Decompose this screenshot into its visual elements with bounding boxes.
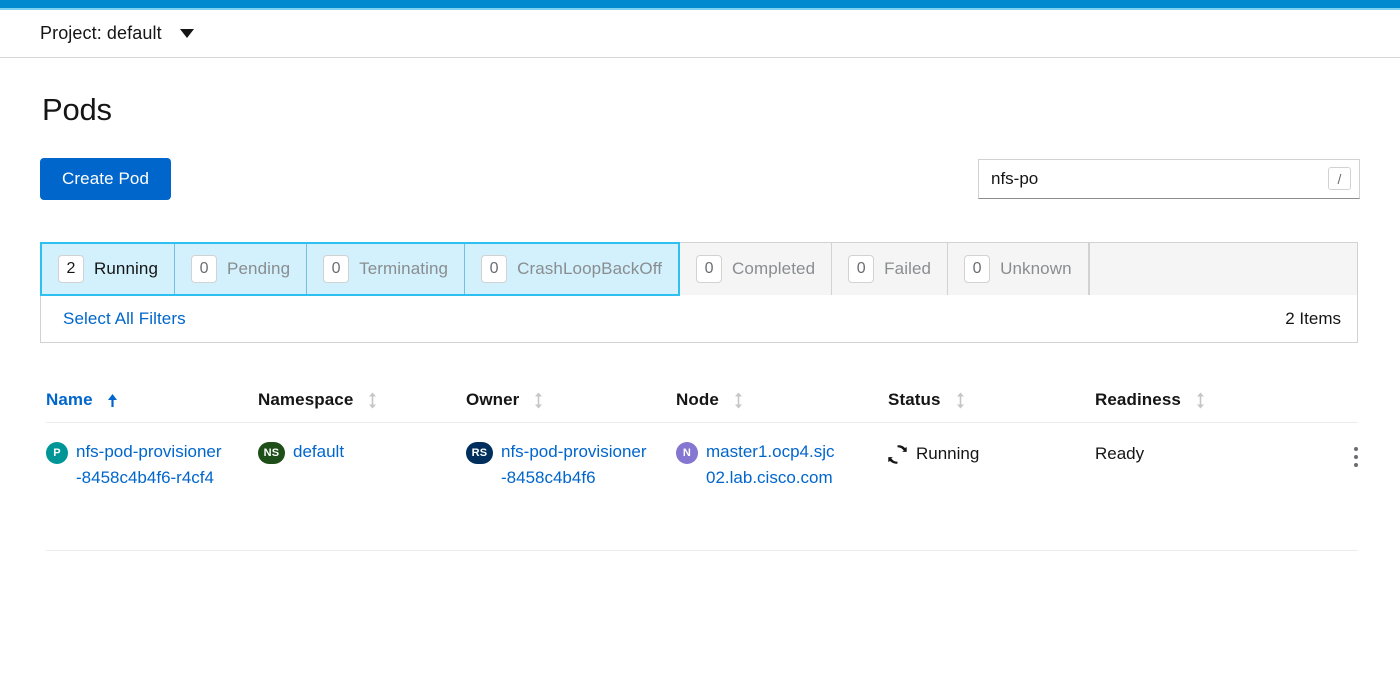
- sync-icon: [888, 445, 907, 464]
- filter-chip-terminating[interactable]: 0 Terminating: [307, 244, 465, 294]
- column-header-label: Readiness: [1095, 390, 1181, 410]
- namespace-link[interactable]: NS default: [258, 439, 466, 465]
- page-content: Pods Create Pod / 2 Running 0 Pending 0 Termi…: [0, 92, 1400, 551]
- search-input[interactable]: [978, 159, 1360, 199]
- table-header-row: Name Namespace Owner Node Status Readiness: [46, 383, 1358, 423]
- filter-chip-count: 0: [191, 255, 217, 283]
- sort-ascending-icon[interactable]: [107, 393, 118, 408]
- column-header-status[interactable]: Status: [888, 390, 1095, 410]
- node-text[interactable]: master1.ocp4.sjc02.lab.cisco.com: [706, 439, 841, 491]
- cell-namespace: NS default: [258, 439, 466, 465]
- filter-footer: Select All Filters 2 Items: [41, 295, 1357, 342]
- cell-node: Nmaster1.ocp4.sjc02.lab.cisco.com: [676, 439, 888, 491]
- filter-row-spacer: [1089, 243, 1357, 295]
- search-shortcut-badge: /: [1328, 167, 1351, 190]
- kebab-menu-icon[interactable]: [1354, 439, 1358, 467]
- sort-none-icon[interactable]: [533, 392, 544, 409]
- table-row: Pnfs-pod-provisioner-8458c4b4f6-r4cf4NSd…: [46, 423, 1358, 551]
- create-pod-button[interactable]: Create Pod: [40, 158, 171, 200]
- status-text: Running: [916, 441, 979, 467]
- page-toolbar: Create Pod /: [40, 158, 1360, 200]
- filter-chip-label: Unknown: [1000, 259, 1072, 279]
- resource-badge-icon: RS: [466, 442, 493, 464]
- filter-chip-unknown[interactable]: 0 Unknown: [948, 243, 1089, 295]
- filter-chip-pending[interactable]: 0 Pending: [175, 244, 307, 294]
- name-link[interactable]: Pnfs-pod-provisioner-8458c4b4f6-r4cf4: [46, 439, 258, 491]
- column-header-label: Name: [46, 390, 93, 410]
- name-text[interactable]: nfs-pod-provisioner-8458c4b4f6-r4cf4: [76, 439, 226, 491]
- column-header-name[interactable]: Name: [46, 390, 258, 410]
- namespace-text[interactable]: default: [293, 439, 344, 465]
- cell-status: Running: [888, 439, 1095, 467]
- filter-chip-label: Pending: [227, 259, 290, 279]
- filter-chip-label: Terminating: [359, 259, 448, 279]
- filter-chip-completed[interactable]: 0 Completed: [680, 243, 832, 295]
- filter-chip-label: Failed: [884, 259, 931, 279]
- column-header-node[interactable]: Node: [676, 390, 888, 410]
- resource-badge-icon: P: [46, 442, 68, 464]
- sort-none-icon[interactable]: [733, 392, 744, 409]
- filter-chip-label: Completed: [732, 259, 815, 279]
- items-count-label: 2 Items: [1285, 309, 1341, 329]
- chevron-down-icon[interactable]: [180, 29, 194, 38]
- unselected-filter-group: 0 Completed 0 Failed 0 Unknown: [680, 243, 1089, 295]
- column-header-label: Node: [676, 390, 719, 410]
- filter-chip-label: CrashLoopBackOff: [517, 259, 662, 279]
- project-selector-label: Project: default: [40, 23, 162, 44]
- sort-none-icon[interactable]: [1195, 392, 1206, 409]
- resource-badge-icon: NS: [258, 442, 285, 464]
- owner-text[interactable]: nfs-pod-provisioner-8458c4b4f6: [501, 439, 651, 491]
- table-body: Pnfs-pod-provisioner-8458c4b4f6-r4cf4NSd…: [46, 423, 1358, 551]
- search-container: /: [978, 159, 1360, 199]
- filter-chip-count: 2: [58, 255, 84, 283]
- top-accent-bar: [0, 0, 1400, 8]
- node-link[interactable]: Nmaster1.ocp4.sjc02.lab.cisco.com: [676, 439, 888, 491]
- filter-chip-count: 0: [481, 255, 507, 283]
- pods-table: Name Namespace Owner Node Status Readiness Pn…: [46, 383, 1358, 551]
- filter-chip-running[interactable]: 2 Running: [42, 244, 175, 294]
- column-header-readiness[interactable]: Readiness: [1095, 390, 1310, 410]
- filter-chip-label: Running: [94, 259, 158, 279]
- column-header-owner[interactable]: Owner: [466, 390, 676, 410]
- project-selector-bar[interactable]: Project: default: [0, 10, 1400, 58]
- column-header-namespace[interactable]: Namespace: [258, 390, 466, 410]
- page-title: Pods: [42, 92, 1360, 128]
- cell-readiness: Ready: [1095, 439, 1310, 467]
- status-filter-row: 2 Running 0 Pending 0 Terminating 0 CrashLoopBa…: [41, 243, 1357, 295]
- column-header-label: Owner: [466, 390, 519, 410]
- owner-link[interactable]: RS nfs-pod-provisioner-8458c4b4f6: [466, 439, 676, 491]
- column-header-label: Namespace: [258, 390, 353, 410]
- filter-chip-count: 0: [964, 255, 990, 283]
- cell-name: Pnfs-pod-provisioner-8458c4b4f6-r4cf4: [46, 439, 258, 491]
- filter-chip-count: 0: [696, 255, 722, 283]
- filter-chip-count: 0: [848, 255, 874, 283]
- selected-filter-group: 2 Running 0 Pending 0 Terminating 0 CrashLoopBa…: [40, 242, 680, 296]
- sort-none-icon[interactable]: [955, 392, 966, 409]
- status-filter-card: 2 Running 0 Pending 0 Terminating 0 CrashLoopBa…: [40, 242, 1358, 343]
- select-all-filters-link[interactable]: Select All Filters: [63, 309, 186, 329]
- sort-none-icon[interactable]: [367, 392, 378, 409]
- filter-chip-crashloopbackoff[interactable]: 0 CrashLoopBackOff: [465, 244, 678, 294]
- resource-badge-icon: N: [676, 442, 698, 464]
- cell-actions: [1310, 439, 1358, 467]
- filter-chip-failed[interactable]: 0 Failed: [832, 243, 948, 295]
- filter-chip-count: 0: [323, 255, 349, 283]
- column-header-label: Status: [888, 390, 941, 410]
- cell-owner: RS nfs-pod-provisioner-8458c4b4f6: [466, 439, 676, 491]
